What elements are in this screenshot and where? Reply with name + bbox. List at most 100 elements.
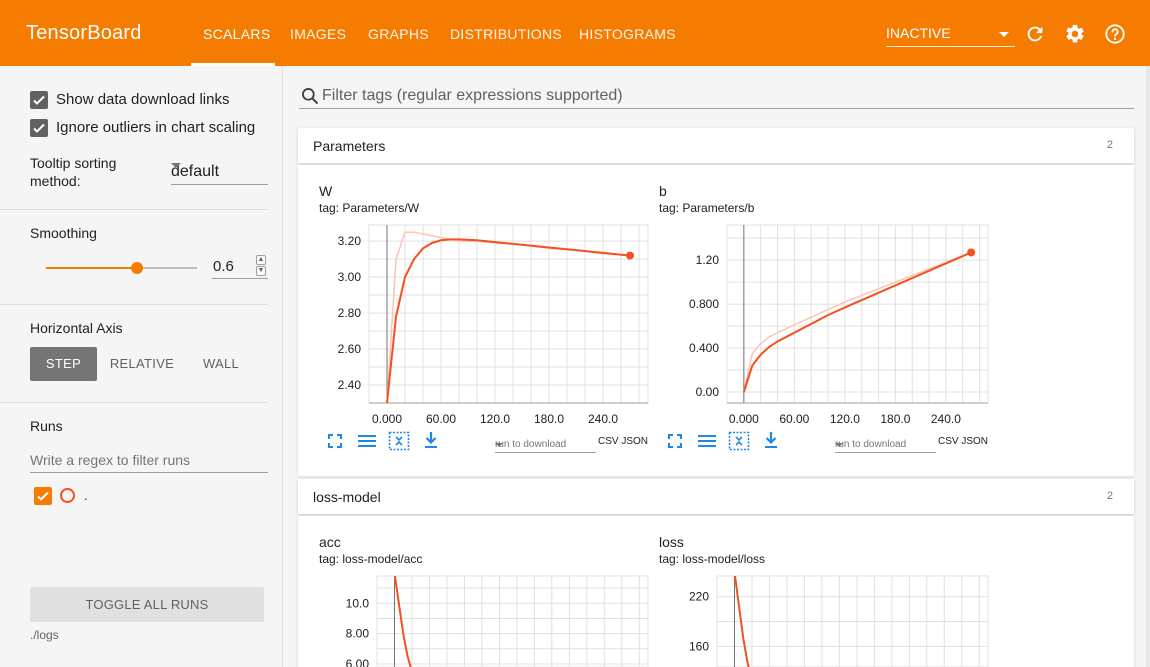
x-tick-label: 180.0 <box>534 412 564 426</box>
sidebar: Show data download links Ignore outliers… <box>0 66 283 667</box>
status-dropdown[interactable]: INACTIVE <box>886 22 1015 47</box>
run-filter-placeholder: Write a regex to filter runs <box>30 452 191 468</box>
fit-domain-icon[interactable] <box>728 431 750 451</box>
run-name: . <box>84 488 88 503</box>
checkmark-icon <box>33 123 45 133</box>
chevron-down-icon <box>495 443 503 447</box>
y-tick-label: 0.00 <box>696 385 720 399</box>
ignore-outliers-checkbox[interactable] <box>30 119 48 137</box>
smoothing-value: 0.6 <box>213 258 234 275</box>
category-header-parameters[interactable]: Parameters 2 <box>298 128 1134 163</box>
download-icon[interactable] <box>423 431 439 449</box>
tab-images[interactable]: IMAGES <box>290 26 346 42</box>
smoothing-label: Smoothing <box>30 225 97 241</box>
scrollbar[interactable] <box>1146 66 1150 667</box>
y-tick-label: 3.00 <box>338 270 362 284</box>
divider <box>0 402 268 403</box>
y-tick-label: 8.00 <box>346 627 370 641</box>
chart-title-acc: acc <box>319 534 341 550</box>
x-tick-label: 60.00 <box>779 412 809 426</box>
y-tick-label: 0.800 <box>689 297 719 311</box>
category-header-loss-model[interactable]: loss-model 2 <box>298 479 1134 514</box>
log-scale-icon[interactable] <box>357 432 377 450</box>
divider <box>0 304 268 305</box>
fullscreen-icon[interactable] <box>326 432 344 450</box>
download-formats[interactable]: CSV JSON <box>938 436 988 447</box>
tooltip-sorting-label: Tooltip sorting <box>30 155 117 171</box>
smoothing-slider-knob[interactable] <box>131 262 143 274</box>
download-icon[interactable] <box>763 431 779 449</box>
chart-b[interactable]: 0.00 0.400 0.800 1.20 0.000 60.00 120.0 180.0 24… <box>659 218 999 430</box>
x-tick-label: 240.0 <box>588 412 618 426</box>
run-download-select[interactable]: run to download <box>495 437 596 453</box>
chart-tag-b: tag: Parameters/b <box>659 201 755 215</box>
chart-title-b: b <box>659 183 667 199</box>
spin-up-icon[interactable]: ▲ <box>256 255 266 265</box>
tab-histograms[interactable]: HISTOGRAMS <box>579 26 676 42</box>
checkmark-icon <box>33 95 45 105</box>
axis-relative-button[interactable]: RELATIVE <box>106 347 178 381</box>
plot-area <box>376 575 649 667</box>
y-tick-label: 3.20 <box>338 234 362 248</box>
series-line <box>734 576 750 667</box>
fit-domain-icon[interactable] <box>388 431 410 451</box>
run-color-swatch[interactable] <box>60 488 75 503</box>
chart-title-loss: loss <box>659 534 684 550</box>
divider <box>0 209 268 210</box>
run-download-select[interactable]: run to download <box>835 437 936 453</box>
runs-label: Runs <box>30 418 63 434</box>
chart-loss[interactable]: 160 220 <box>659 569 999 667</box>
chevron-down-icon <box>999 32 1009 37</box>
run-filter-input[interactable]: Write a regex to filter runs <box>30 447 268 473</box>
chart-acc[interactable]: 6.00 8.00 10.0 <box>319 569 659 667</box>
toggle-all-runs-button[interactable]: TOGGLE ALL RUNS <box>30 587 264 622</box>
tab-graphs[interactable]: GRAPHS <box>368 26 429 42</box>
status-value: INACTIVE <box>886 25 951 41</box>
plot-area <box>726 224 989 404</box>
y-tick-label: 6.00 <box>346 657 370 667</box>
spin-down-icon[interactable]: ▼ <box>256 266 266 276</box>
tab-distributions[interactable]: DISTRIBUTIONS <box>450 26 562 42</box>
chart-tag-w: tag: Parameters/W <box>319 201 420 215</box>
category-count: 2 <box>1106 490 1113 502</box>
show-download-links-checkbox[interactable] <box>30 91 48 109</box>
chart-title-w: W <box>319 183 333 199</box>
log-scale-icon[interactable] <box>697 432 717 450</box>
settings-icon[interactable] <box>1064 23 1086 45</box>
y-tick-label: 160 <box>689 639 709 653</box>
axis-wall-button[interactable]: WALL <box>190 347 252 381</box>
fullscreen-icon[interactable] <box>666 432 684 450</box>
series-last-point <box>626 251 634 260</box>
y-tick-label: 10.0 <box>346 596 370 610</box>
y-tick-label: 2.80 <box>338 306 362 320</box>
axis-step-button[interactable]: STEP <box>30 347 97 381</box>
smoothing-slider-fill <box>46 267 137 269</box>
top-bar: TensorBoard SCALARS IMAGES GRAPHS DISTRI… <box>0 0 1150 66</box>
checkmark-icon <box>37 491 49 501</box>
plot-area <box>368 224 649 404</box>
refresh-icon[interactable] <box>1024 23 1046 45</box>
series-last-point <box>967 248 976 257</box>
tag-filter-placeholder: Filter tags (regular expressions support… <box>322 87 623 104</box>
horizontal-axis-label: Horizontal Axis <box>30 320 123 336</box>
run-download-placeholder: run to download <box>835 439 907 450</box>
x-tick-label: 0.000 <box>729 412 759 426</box>
chart-w[interactable]: 2.40 2.60 2.80 3.00 3.20 0.000 60.00 120.0 180.0… <box>319 218 659 430</box>
x-tick-label: 60.00 <box>426 412 456 426</box>
run-checkbox[interactable] <box>34 487 52 505</box>
y-tick-label: 2.40 <box>338 378 362 392</box>
x-tick-label: 180.0 <box>880 412 910 426</box>
ignore-outliers-label: Ignore outliers in chart scaling <box>56 119 256 136</box>
x-tick-label: 0.000 <box>372 412 402 426</box>
help-icon[interactable] <box>1104 23 1126 45</box>
y-tick-label: 0.400 <box>689 341 719 355</box>
download-formats[interactable]: CSV JSON <box>598 436 648 447</box>
x-tick-label: 120.0 <box>480 412 510 426</box>
tab-scalars[interactable]: SCALARS <box>203 26 270 42</box>
chart-tag-acc: tag: loss-model/acc <box>319 552 423 566</box>
chevron-down-icon <box>835 443 843 447</box>
tooltip-sorting-select[interactable]: default <box>171 163 268 185</box>
tag-filter-input[interactable] <box>299 108 1134 109</box>
y-tick-label: 220 <box>689 590 709 604</box>
category-title: loss-model <box>313 489 381 505</box>
